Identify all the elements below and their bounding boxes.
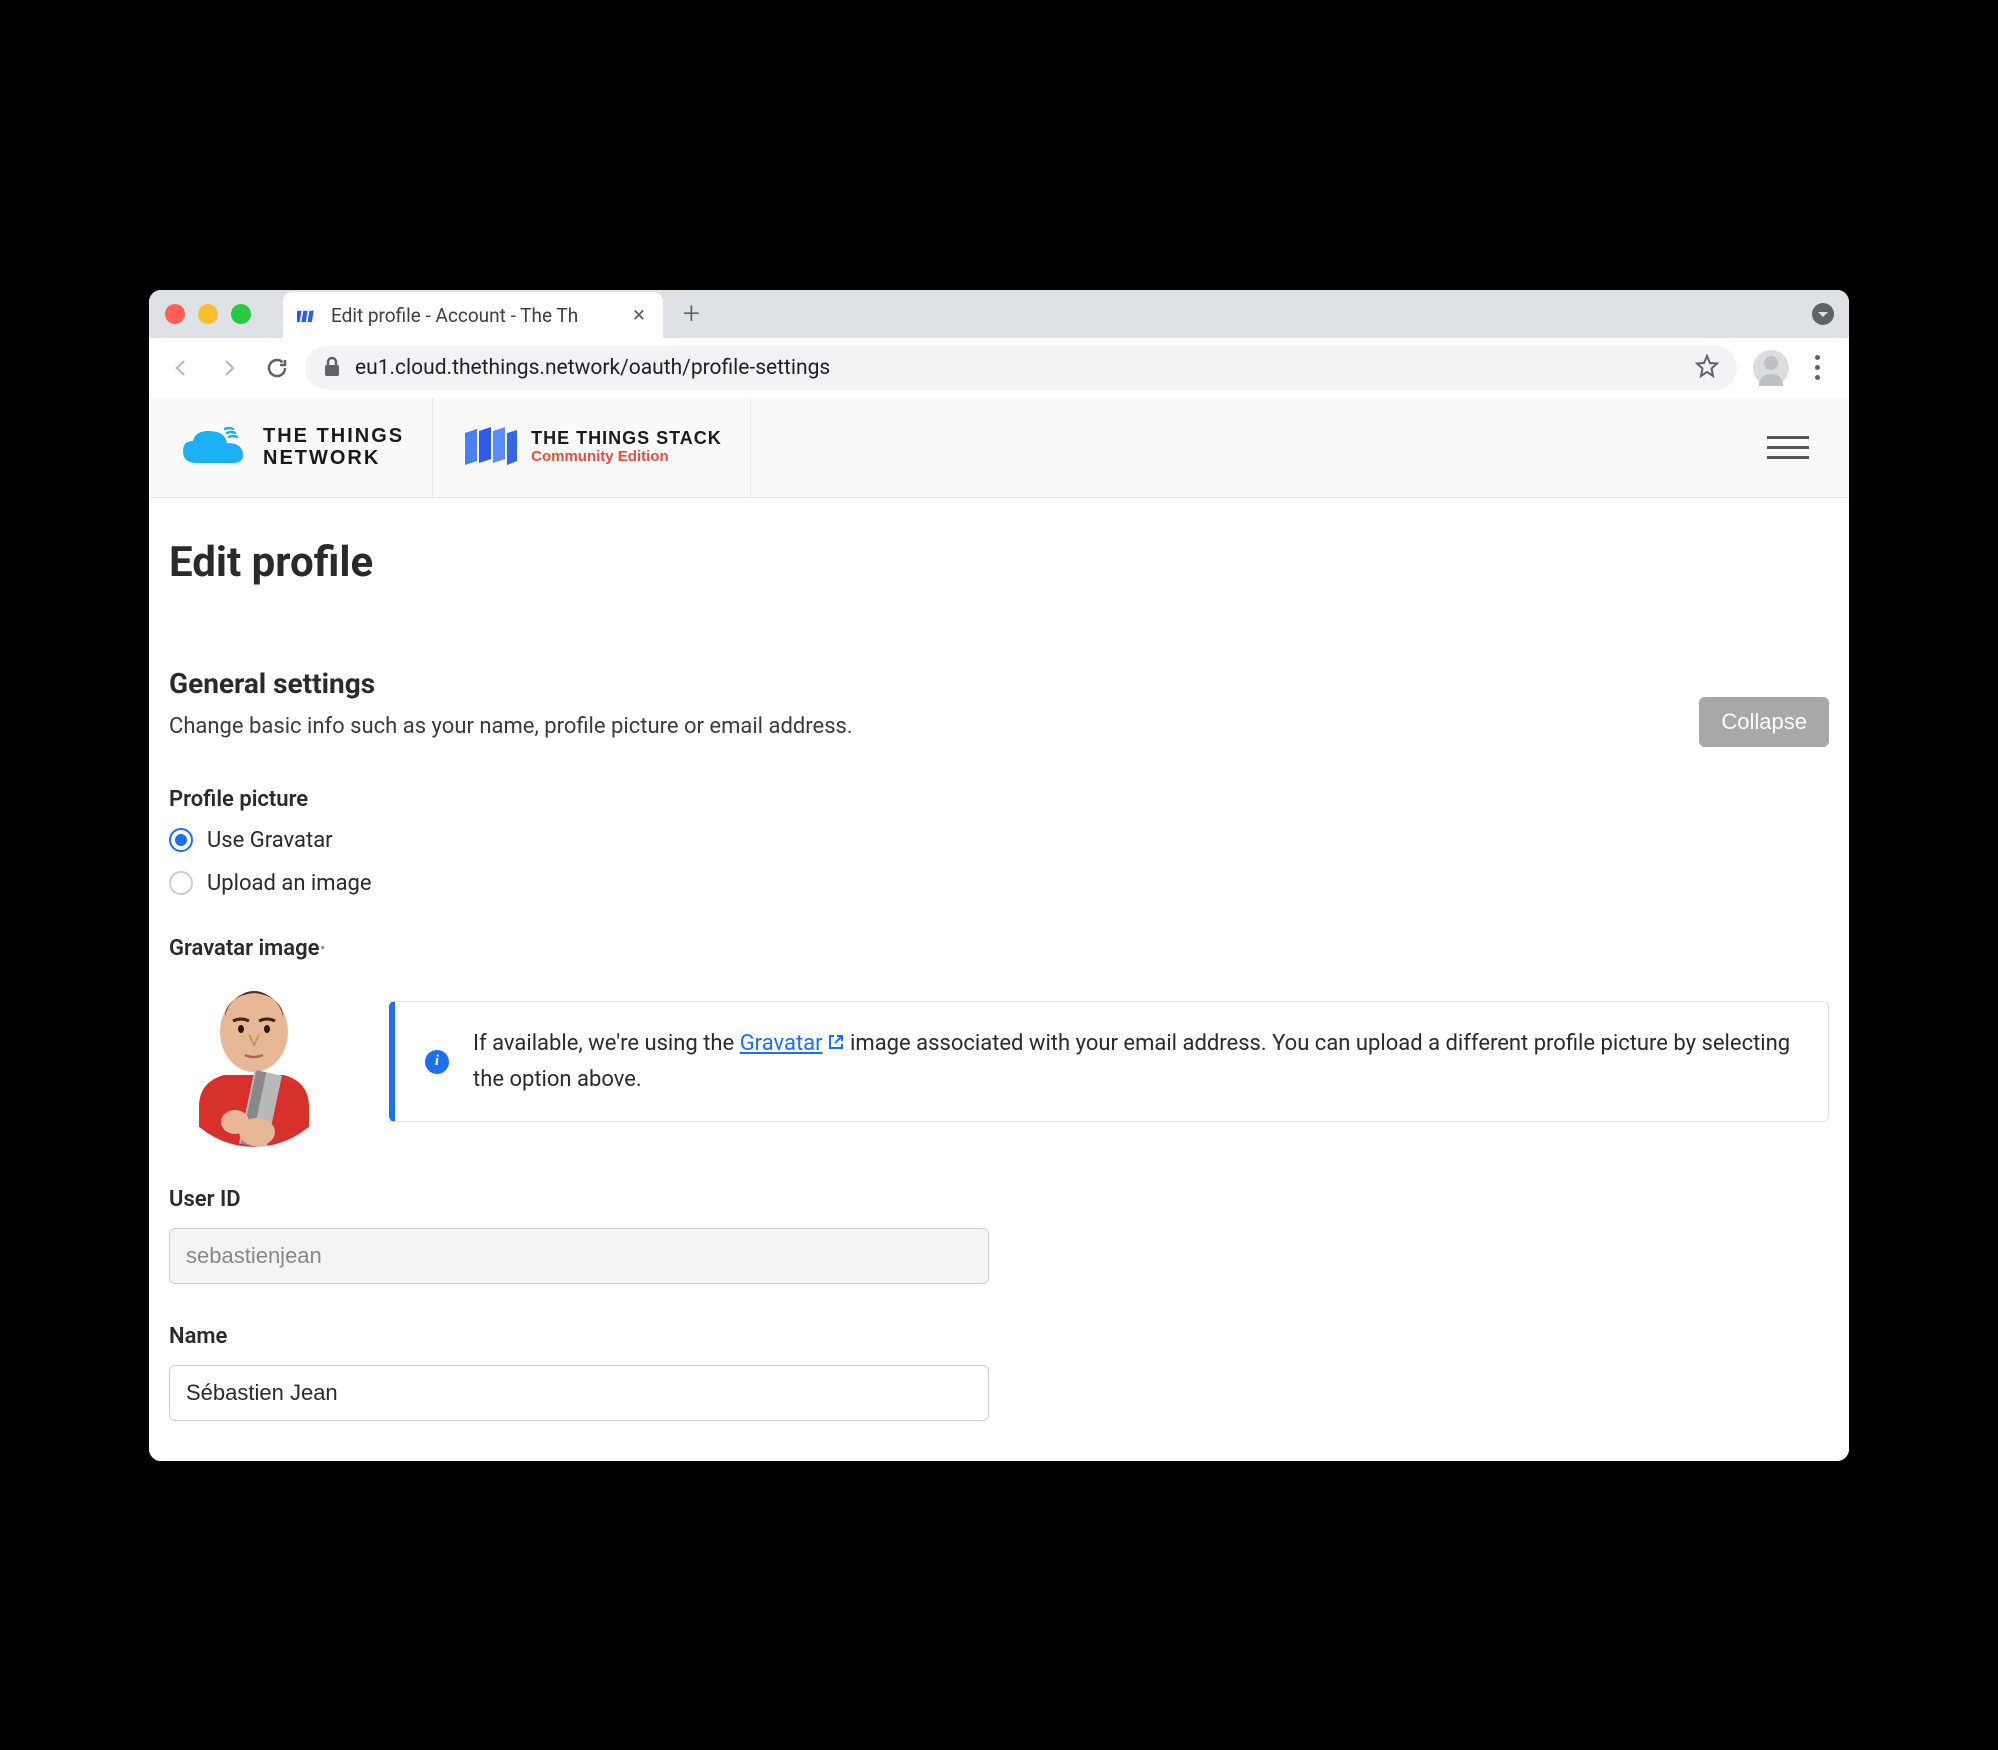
cloud-icon [177, 423, 249, 471]
name-label: Name [169, 1324, 1829, 1349]
tab-close-icon[interactable]: × [629, 303, 649, 328]
tab-title: Edit profile - Account - The Th [331, 304, 619, 327]
info-box: i If available, we're using the Gravatar… [389, 1001, 1829, 1122]
browser-menu-button[interactable] [1797, 355, 1837, 380]
info-text: If available, we're using the Gravatar i… [473, 1026, 1798, 1097]
radio-upload-image[interactable]: Upload an image [169, 871, 1829, 896]
bookmark-star-icon[interactable] [1695, 354, 1719, 382]
nav-back-button[interactable] [161, 348, 201, 388]
tts-logo-text: THE THINGS STACK Community Edition [531, 429, 722, 465]
info-icon: i [425, 1050, 449, 1074]
nav-forward-button[interactable] [209, 348, 249, 388]
name-input[interactable] [169, 1365, 989, 1421]
hamburger-menu-button[interactable] [1727, 436, 1849, 459]
profile-picture-label: Profile picture [169, 787, 1829, 812]
gravatar-image-label: Gravatar image· [169, 936, 1829, 961]
section-description: Change basic info such as your name, pro… [169, 714, 853, 739]
tab-overflow-icon[interactable] [1811, 302, 1835, 326]
profile-avatar-icon[interactable] [1753, 350, 1789, 386]
browser-tab[interactable]: Edit profile - Account - The Th × [283, 292, 663, 340]
page-title: Edit profile [169, 538, 1829, 587]
radio-label: Upload an image [207, 871, 372, 896]
page-content: THE THINGS NETWORK THE THINGS STACK Com [149, 398, 1849, 1461]
window-close-button[interactable] [165, 304, 185, 324]
radio-use-gravatar[interactable]: Use Gravatar [169, 828, 1829, 853]
lock-icon [323, 356, 341, 380]
browser-window: Edit profile - Account - The Th × + [149, 290, 1849, 1461]
tts-logo[interactable]: THE THINGS STACK Community Edition [433, 398, 750, 497]
browser-chrome: Edit profile - Account - The Th × + [149, 290, 1849, 398]
avatar-image [169, 977, 339, 1147]
url-text: eu1.cloud.thethings.network/oauth/profil… [355, 356, 1681, 380]
tab-bar: Edit profile - Account - The Th × + [149, 290, 1849, 338]
radio-label: Use Gravatar [207, 828, 333, 853]
books-icon [461, 427, 517, 467]
collapse-button[interactable]: Collapse [1699, 697, 1829, 747]
new-tab-button[interactable]: + [683, 296, 700, 331]
window-maximize-button[interactable] [231, 304, 251, 324]
header-divider [750, 398, 751, 497]
tab-favicon-icon [297, 308, 321, 324]
gravatar-link[interactable]: Gravatar [740, 1031, 823, 1056]
address-bar-row: eu1.cloud.thethings.network/oauth/profil… [149, 338, 1849, 398]
window-controls [161, 304, 259, 324]
address-bar[interactable]: eu1.cloud.thethings.network/oauth/profil… [305, 346, 1737, 390]
content-body: Edit profile General settings Change bas… [149, 498, 1849, 1461]
radio-icon [169, 828, 193, 852]
external-link-icon [827, 1027, 845, 1062]
ttn-logo-text: THE THINGS NETWORK [263, 425, 404, 469]
section-header: General settings Change basic info such … [169, 667, 1829, 747]
radio-icon [169, 871, 193, 895]
section-title: General settings [169, 667, 853, 700]
user-id-label: User ID [169, 1187, 1829, 1212]
window-minimize-button[interactable] [198, 304, 218, 324]
user-id-input[interactable] [169, 1228, 989, 1284]
nav-reload-button[interactable] [257, 348, 297, 388]
ttn-logo[interactable]: THE THINGS NETWORK [149, 398, 432, 497]
page-header: THE THINGS NETWORK THE THINGS STACK Com [149, 398, 1849, 498]
gravatar-row: i If available, we're using the Gravatar… [169, 977, 1829, 1147]
